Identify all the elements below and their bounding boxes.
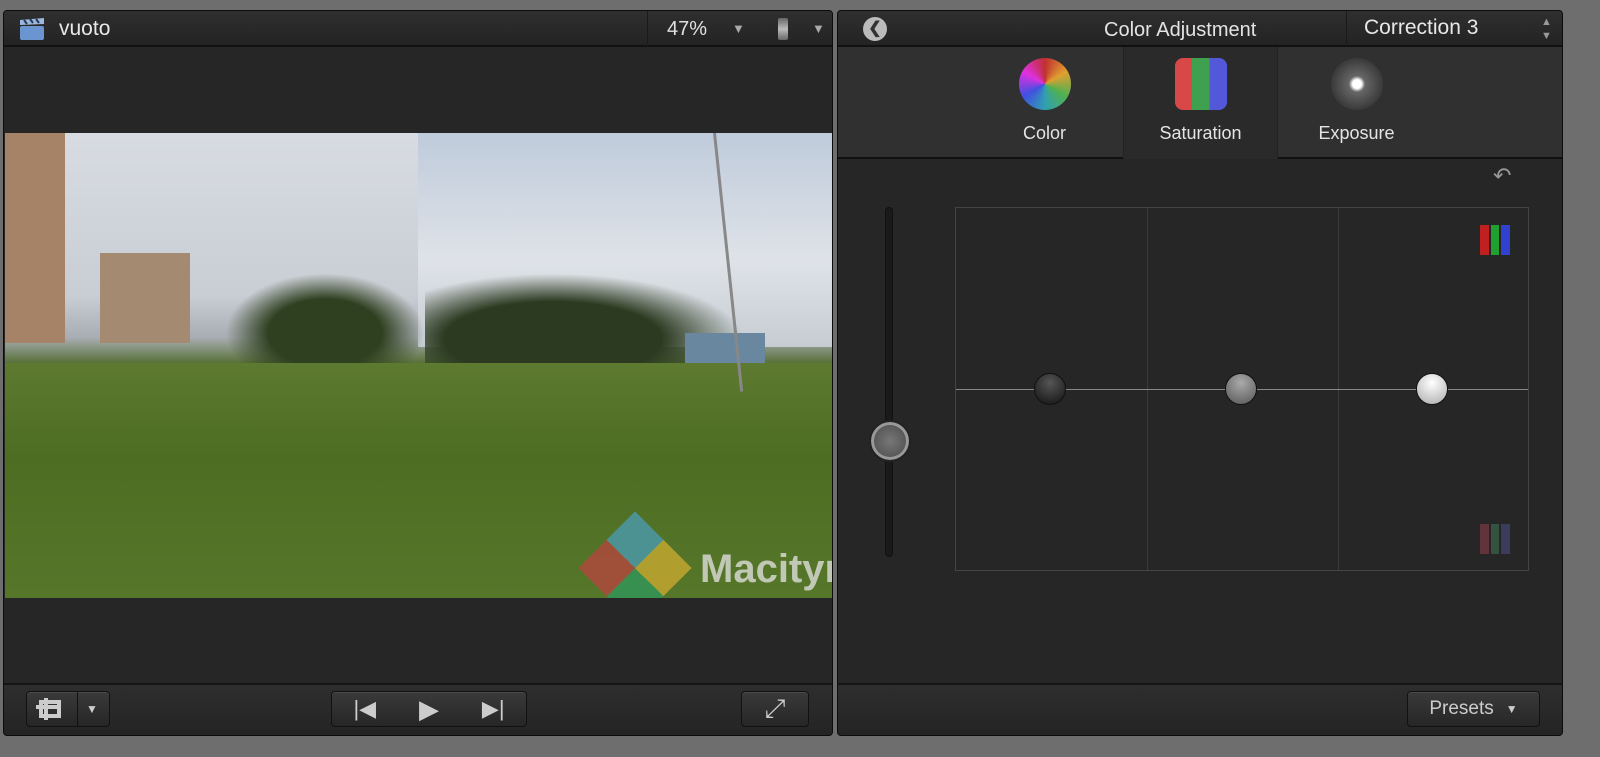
viewer-footer: ▼ |◀ ▶ ▶| ⤢	[4, 683, 832, 735]
tab-label: Exposure	[1318, 123, 1395, 143]
rgb-high-icon	[1480, 225, 1510, 255]
transport-controls: |◀ ▶ ▶|	[331, 691, 527, 727]
inspector-header: ❮ Color Adjustment Correction 3 ▲ ▼	[838, 11, 1562, 47]
chevron-down-icon[interactable]: ▼	[812, 21, 825, 36]
next-button[interactable]: ▶|	[482, 696, 505, 722]
previous-button[interactable]: |◀	[353, 696, 376, 722]
inspector-title: Color Adjustment	[1104, 19, 1257, 41]
tab-exposure[interactable]: Exposure	[1279, 47, 1434, 159]
project-title: vuoto	[59, 17, 111, 40]
tab-saturation[interactable]: Saturation	[1123, 47, 1278, 159]
tab-color[interactable]: Color	[967, 47, 1122, 159]
header-divider	[1346, 11, 1347, 47]
master-slider-knob[interactable]	[869, 420, 911, 462]
view-options-icon[interactable]	[778, 18, 788, 40]
zoom-level-dropdown[interactable]: 47%	[667, 18, 707, 41]
fullscreen-button[interactable]: ⤢	[741, 691, 809, 727]
viewer-header: vuoto 47% ▼ ▼	[4, 11, 832, 47]
button-divider	[77, 692, 78, 726]
back-button[interactable]: ❮	[863, 17, 887, 41]
highlights-puck[interactable]	[1416, 373, 1448, 405]
transform-button[interactable]: ▼	[26, 691, 110, 727]
shadows-puck[interactable]	[1034, 373, 1066, 405]
correction-selector[interactable]: Correction 3	[1364, 16, 1478, 40]
exposure-aperture-icon	[1330, 58, 1383, 110]
inspector-footer: Presets ▼	[838, 683, 1562, 735]
midtones-puck[interactable]	[1225, 373, 1257, 405]
presets-label: Presets	[1429, 698, 1494, 719]
crop-transform-icon	[36, 698, 61, 720]
clapperboard-icon	[20, 18, 44, 40]
watermark-text: Macitynet.it	[700, 547, 832, 591]
viewer-panel: vuoto 47% ▼ ▼ Macitynet.it ▼ |◀ ▶ ▶| ⤢	[3, 10, 833, 736]
fullscreen-icon: ⤢	[764, 693, 786, 723]
rgb-low-icon	[1480, 524, 1510, 554]
tab-bar: Color Saturation Exposure	[838, 47, 1562, 159]
building	[100, 253, 190, 343]
tab-label: Color	[1022, 123, 1066, 143]
play-button[interactable]: ▶	[419, 694, 439, 725]
inspector-panel: ❮ Color Adjustment Correction 3 ▲ ▼ Color…	[837, 10, 1563, 736]
chevron-down-icon: ▼	[86, 702, 98, 716]
trees	[225, 273, 425, 373]
building	[5, 133, 65, 343]
chevron-down-icon: ▼	[1505, 702, 1518, 716]
color-wheel-icon	[1018, 58, 1071, 110]
reset-icon[interactable]: ↶	[1493, 163, 1511, 189]
saturation-board	[955, 207, 1529, 571]
stepper-icon[interactable]: ▲ ▼	[1541, 15, 1552, 43]
chevron-down-icon[interactable]: ▼	[732, 21, 745, 36]
header-divider	[647, 11, 648, 47]
video-frame: Macitynet.it	[5, 133, 832, 598]
tab-label: Saturation	[1159, 123, 1242, 143]
master-slider-track[interactable]	[885, 207, 893, 557]
presets-button[interactable]: Presets ▼	[1407, 691, 1540, 727]
rgb-bars-icon	[1174, 58, 1227, 110]
